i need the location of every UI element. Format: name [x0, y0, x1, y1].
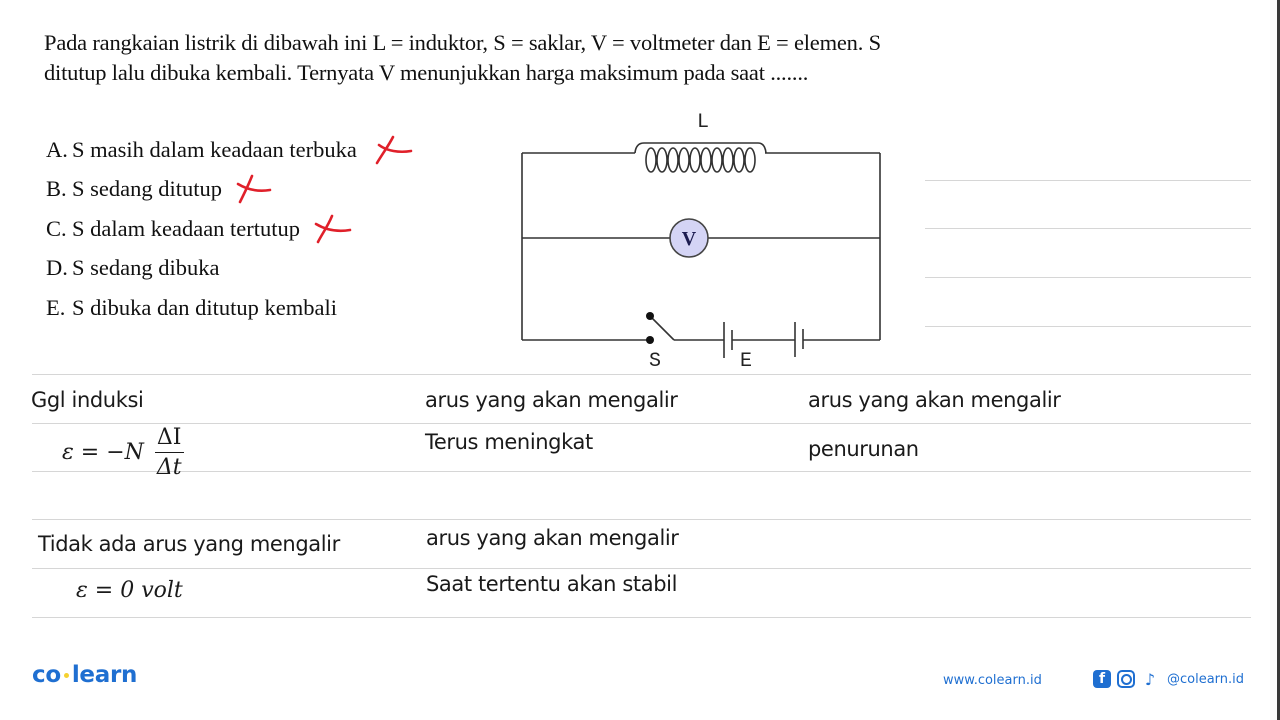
ruled-line [925, 326, 1251, 327]
cross-mark-icon [375, 135, 413, 165]
option-text: S dibuka dan ditutup kembali [72, 294, 337, 320]
note-row2-col2-value: Saat tertentu akan stabil [426, 572, 678, 596]
ruled-line [32, 471, 1251, 472]
switch-label: S [649, 350, 661, 373]
inductor-label: L [697, 111, 709, 134]
colearn-logo: co learn [32, 662, 137, 688]
formula-numerator: ΔI [154, 425, 184, 453]
social-links: f ♪ @colearn.id [1093, 670, 1244, 689]
option-c[interactable]: C. S dalam keadaan tertutup [46, 209, 413, 249]
option-letter: C. [46, 215, 67, 241]
formula-fraction: ΔI Δt [154, 425, 184, 480]
logo-dot [63, 672, 69, 678]
option-letter: D. [46, 255, 68, 281]
circuit-diagram: V L S E [521, 111, 881, 373]
answer-options: A. S masih dalam keadaan terbuka B. S se… [46, 130, 413, 328]
option-d[interactable]: D. S sedang dibuka [46, 249, 413, 289]
note-row2-col2-header: arus yang akan mengalir [426, 526, 679, 550]
formula-ggl: ε = −N ΔI Δt [62, 425, 184, 480]
note-col3-header: arus yang akan mengalir [808, 388, 1061, 412]
option-text: S dalam keadaan tertutup [72, 215, 301, 241]
ruled-line [925, 228, 1251, 229]
ruled-line [32, 568, 1251, 569]
ruled-line [925, 180, 1251, 181]
switch-terminal-bottom [646, 336, 654, 344]
tiktok-icon[interactable]: ♪ [1141, 670, 1159, 689]
option-letter: B. [46, 176, 67, 202]
option-text: S sedang dibuka [72, 255, 220, 281]
question-text: Pada rangkaian listrik di dibawah ini L … [44, 30, 881, 85]
option-text: S masih dalam keadaan terbuka [72, 136, 357, 162]
option-text: S sedang ditutup [72, 176, 222, 202]
note-col2-value: Terus meningkat [425, 430, 593, 454]
ruled-line [925, 277, 1251, 278]
facebook-icon[interactable]: f [1093, 670, 1111, 688]
switch-blade [649, 315, 675, 341]
formula-denominator: Δt [156, 455, 182, 480]
option-b[interactable]: B. S sedang ditutup [46, 170, 413, 210]
option-e[interactable]: E. S dibuka dan ditutup kembali [46, 288, 413, 328]
ruled-line [32, 374, 1251, 375]
instagram-icon[interactable] [1117, 670, 1135, 688]
option-letter: E. [46, 294, 66, 320]
formula-lhs: ε = −N [62, 440, 144, 465]
inductor-coil [634, 142, 767, 173]
note-col2-header: arus yang akan mengalir [425, 388, 678, 412]
website-link[interactable]: www.colearn.id [943, 673, 1042, 688]
note-no-current: Tidak ada arus yang mengalir [38, 532, 340, 556]
voltmeter-label: V [682, 228, 697, 250]
option-letter: A. [46, 136, 68, 162]
logo-text-co: co [32, 662, 61, 688]
ruled-line [32, 617, 1251, 618]
ruled-line [32, 423, 1251, 424]
ruled-line [32, 519, 1251, 520]
switch-terminal-top [646, 312, 654, 320]
logo-text-learn: learn [71, 662, 138, 688]
note-ggl-induksi: Ggl induksi [31, 388, 144, 412]
cross-mark-icon [314, 214, 352, 244]
cross-mark-icon [236, 174, 272, 204]
social-handle[interactable]: @colearn.id [1167, 672, 1244, 687]
element-label: E [740, 350, 752, 373]
option-a[interactable]: A. S masih dalam keadaan terbuka [46, 130, 413, 170]
formula-zero-volt: ε = 0 volt [76, 578, 183, 603]
note-col3-value: penurunan [808, 437, 919, 461]
